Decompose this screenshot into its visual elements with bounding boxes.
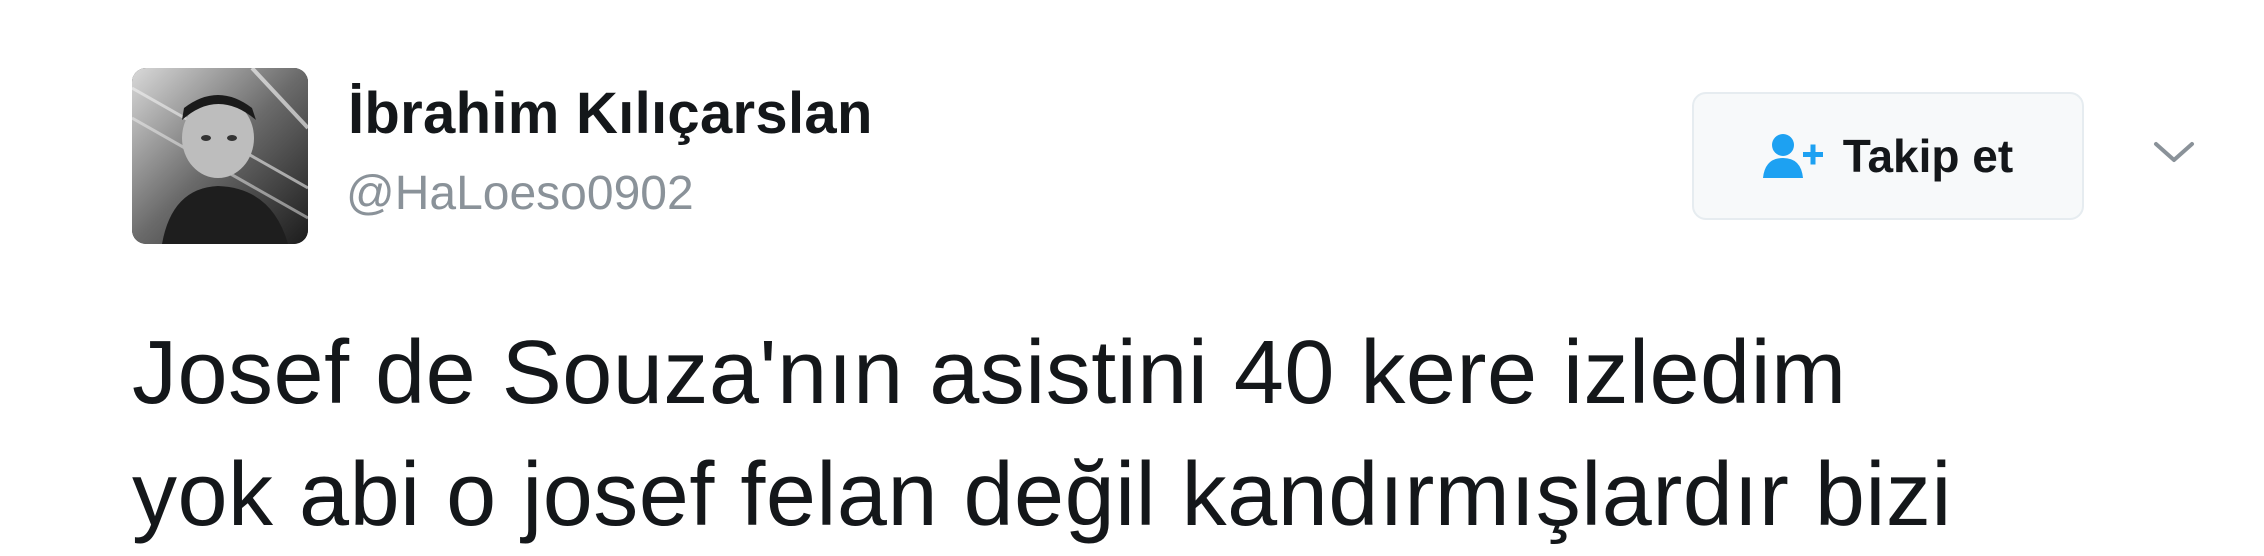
follow-button-label: Takip et	[1842, 130, 2014, 182]
tweet-text: Josef de Souza'nın asistini 40 kere izle…	[132, 312, 1952, 556]
user-display-name[interactable]: İbrahim Kılıçarslan	[348, 80, 873, 147]
follow-button[interactable]: Takip et	[1692, 92, 2084, 220]
avatar-photo-icon	[132, 68, 308, 244]
add-person-icon	[1762, 132, 1825, 180]
user-avatar[interactable]	[132, 68, 308, 244]
tweet-text-line: Josef de Souza'nın asistini 40 kere izle…	[132, 323, 1847, 423]
tweet-card: İbrahim Kılıçarslan @HaLoeso0902 Takip e…	[0, 0, 2264, 555]
tweet-text-line: yok abi o josef felan değil kandırmışlar…	[132, 445, 1952, 545]
user-handle[interactable]: @HaLoeso0902	[346, 166, 694, 221]
chevron-down-icon[interactable]	[2150, 136, 2198, 168]
